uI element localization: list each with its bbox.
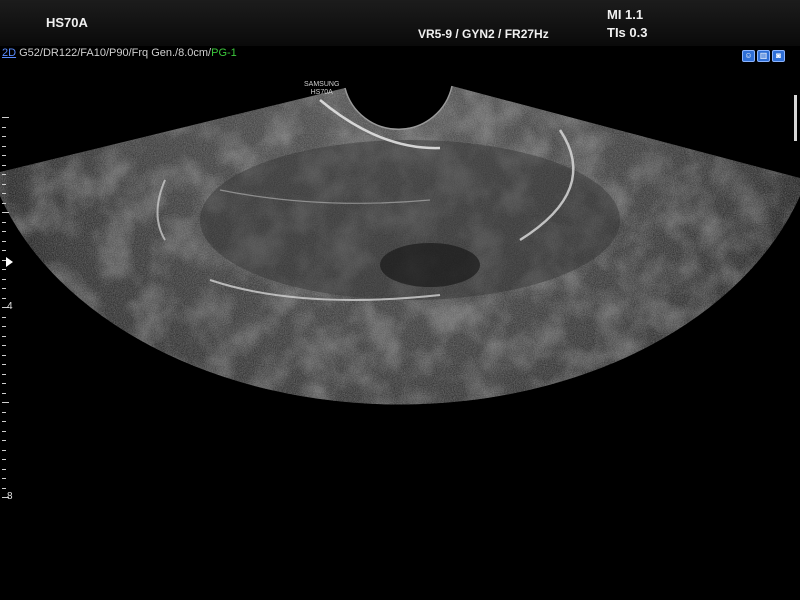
depth-tick: [2, 487, 6, 489]
depth-tick: [2, 164, 6, 166]
depth-tick: [2, 212, 9, 213]
preset-label: PG-1: [211, 47, 237, 59]
depth-tick: [2, 345, 6, 346]
depth-tick: [2, 202, 6, 204]
depth-tick: [2, 193, 6, 194]
depth-tick: [2, 354, 6, 356]
depth-tick: [2, 174, 6, 175]
depth-tick: [2, 250, 6, 251]
depth-tick: [2, 449, 6, 451]
depth-tick: [2, 468, 6, 470]
depth-tick: [2, 269, 6, 270]
depth-label-4: 4: [7, 301, 13, 312]
depth-tick: [2, 364, 6, 365]
depth-tick: [2, 126, 6, 128]
device-model: HS70A: [46, 15, 88, 30]
brand-watermark: SAMSUNG HS70A: [304, 81, 339, 97]
depth-tick: [2, 383, 6, 384]
parameter-values: G52/DR122/FA10/P90/Frq Gen./8.0cm/: [16, 47, 212, 59]
depth-tick: [2, 440, 6, 441]
gain-indicator: [794, 95, 797, 141]
focus-marker-icon[interactable]: [6, 257, 13, 267]
depth-tick: [2, 297, 6, 299]
depth-tick: [2, 155, 6, 156]
depth-tick: [2, 430, 6, 432]
brand-line-1: SAMSUNG: [304, 81, 340, 88]
depth-tick: [2, 288, 6, 289]
header-bar: HS70A VR5-9 / GYN2 / FR27Hz MI 1.1 TIs 0…: [0, 0, 800, 46]
depth-tick: [2, 145, 6, 147]
depth-tick: [2, 316, 6, 318]
depth-tick: [2, 402, 9, 403]
depth-tick: [2, 459, 6, 460]
thermal-index: TIs 0.3: [607, 25, 648, 40]
depth-tick: [2, 221, 6, 223]
probe-info: VR5-9 / GYN2 / FR27Hz: [418, 27, 549, 41]
depth-tick: [2, 117, 9, 118]
depth-tick: [2, 278, 6, 280]
depth-tick: [2, 411, 6, 413]
depth-tick: [2, 373, 6, 375]
depth-tick: [2, 183, 6, 185]
depth-tick: [2, 326, 6, 327]
depth-label-8: 8: [7, 491, 13, 502]
mode-2d-link[interactable]: 2D: [2, 47, 16, 59]
depth-tick: [2, 240, 6, 242]
depth-tick: [2, 421, 6, 422]
depth-tick: [2, 478, 6, 479]
depth-tick: [2, 136, 6, 137]
imaging-parameters: 2D G52/DR122/FA10/P90/Frq Gen./8.0cm/PG-…: [2, 47, 237, 59]
depth-tick: [2, 231, 6, 232]
depth-tick: [2, 335, 6, 337]
ultrasound-image: [0, 85, 800, 405]
brand-line-2: HS70A: [310, 89, 333, 96]
mechanical-index: MI 1.1: [607, 7, 644, 22]
depth-tick: [2, 392, 6, 394]
